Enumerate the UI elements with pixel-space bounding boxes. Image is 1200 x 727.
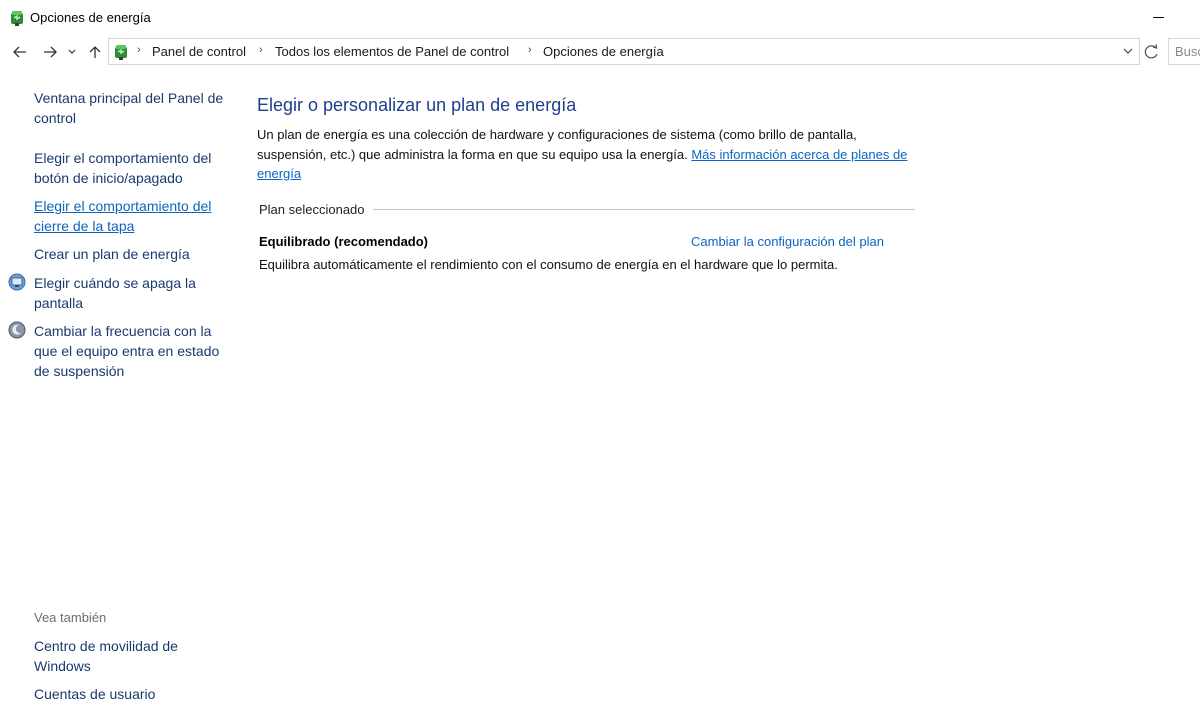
chevron-down-icon <box>1123 48 1133 54</box>
title-bar: Opciones de energía <box>0 0 1200 36</box>
up-arrow-icon <box>89 46 101 58</box>
forward-button[interactable] <box>38 40 62 64</box>
plan-description: Equilibra automáticamente el rendimiento… <box>259 257 838 272</box>
see-also-heading: Vea también <box>34 610 107 625</box>
breadcrumb-chevron-icon[interactable]: › <box>259 44 263 56</box>
breadcrumb-panel-de-control[interactable]: Panel de control <box>152 44 246 59</box>
minimize-button[interactable] <box>1146 8 1176 28</box>
sidebar: Ventana principal del Panel de control E… <box>0 68 232 727</box>
plan-name: Equilibrado (recomendado) <box>259 234 429 249</box>
display-icon <box>8 273 26 291</box>
window-title: Opciones de energía <box>30 10 151 25</box>
change-plan-settings-link[interactable]: Cambiar la configuración del plan <box>691 234 884 249</box>
refresh-icon <box>1144 44 1158 59</box>
chevron-down-icon <box>68 49 76 54</box>
recent-locations-button[interactable] <box>62 40 82 64</box>
sidebar-link-cuentas-usuario[interactable]: Cuentas de usuario <box>34 684 224 704</box>
plan-section-label: Plan seleccionado <box>259 202 373 217</box>
address-dropdown-button[interactable] <box>1122 42 1138 60</box>
sidebar-link-panel-principal[interactable]: Ventana principal del Panel de control <box>34 88 224 128</box>
breadcrumb-chevron-icon[interactable]: › <box>528 44 532 56</box>
power-options-icon <box>115 45 127 60</box>
breadcrumb-opciones-de-energia[interactable]: Opciones de energía <box>543 44 664 59</box>
main-content: Elegir o personalizar un plan de energía… <box>232 68 1200 727</box>
search-box[interactable] <box>1168 38 1200 65</box>
search-input[interactable] <box>1169 39 1200 64</box>
breadcrumb-chevron-icon[interactable]: › <box>137 44 141 56</box>
refresh-button[interactable] <box>1141 40 1163 64</box>
moon-sleep-icon <box>8 321 26 339</box>
sidebar-link-apagar-pantalla[interactable]: Elegir cuándo se apaga la pantalla <box>34 273 219 313</box>
address-bar[interactable]: › Panel de control › Todos los elementos… <box>108 38 1140 65</box>
power-options-icon <box>11 11 23 26</box>
sidebar-link-cierre-tapa[interactable]: Elegir el comportamiento del cierre de l… <box>34 196 219 236</box>
back-button[interactable] <box>8 40 32 64</box>
sidebar-link-centro-movilidad[interactable]: Centro de movilidad de Windows <box>34 636 199 676</box>
up-button[interactable] <box>83 40 107 64</box>
intro-paragraph: Un plan de energía es una colección de h… <box>257 125 929 184</box>
page-title: Elegir o personalizar un plan de energía <box>257 95 577 115</box>
breadcrumb-todos-los-elementos[interactable]: Todos los elementos de Panel de control <box>275 44 509 59</box>
section-divider <box>372 209 915 210</box>
back-arrow-icon <box>13 46 26 58</box>
sidebar-link-frecuencia-suspension[interactable]: Cambiar la frecuencia con la que el equi… <box>34 321 224 381</box>
forward-arrow-icon <box>44 46 57 58</box>
sidebar-link-crear-plan[interactable]: Crear un plan de energía <box>34 244 224 264</box>
sidebar-link-boton-inicio-apagado[interactable]: Elegir el comportamiento del botón de in… <box>34 148 219 188</box>
